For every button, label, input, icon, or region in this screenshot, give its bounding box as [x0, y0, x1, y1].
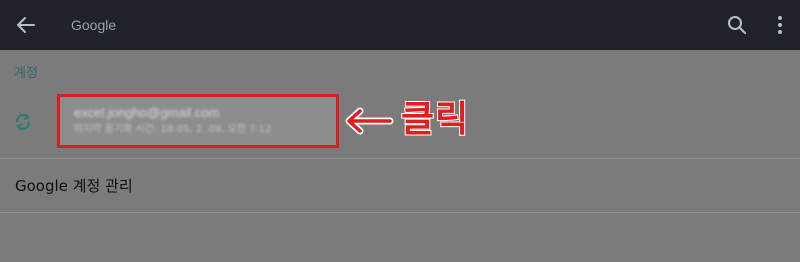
- more-vert-icon: [778, 16, 782, 34]
- back-button[interactable]: [14, 13, 38, 37]
- arrow-left-icon: [17, 17, 35, 33]
- accounts-section-header: 계정: [14, 66, 38, 81]
- app-title: Google: [71, 17, 117, 33]
- search-icon: [728, 16, 747, 35]
- manage-google-account-label: Google 계정 관리: [15, 177, 133, 195]
- divider: [0, 212, 800, 213]
- account-item[interactable]: excel.jongho@gmail.com 마지막 동기화 시간: 18:05…: [57, 94, 339, 148]
- sync-icon: [13, 112, 33, 132]
- divider: [0, 158, 800, 159]
- manage-google-account-item[interactable]: Google 계정 관리: [0, 160, 800, 212]
- account-sync-status: 마지막 동기화 시간: 18:05, 2. 09, 오전 7:12: [74, 124, 272, 135]
- account-email: excel.jongho@gmail.com: [74, 105, 220, 120]
- app-bar: Google: [0, 0, 800, 50]
- search-button[interactable]: [726, 14, 748, 36]
- annotation-arrow-icon: [342, 106, 394, 136]
- more-options-button[interactable]: [770, 14, 790, 36]
- annotation-click-label: 클릭: [400, 99, 470, 141]
